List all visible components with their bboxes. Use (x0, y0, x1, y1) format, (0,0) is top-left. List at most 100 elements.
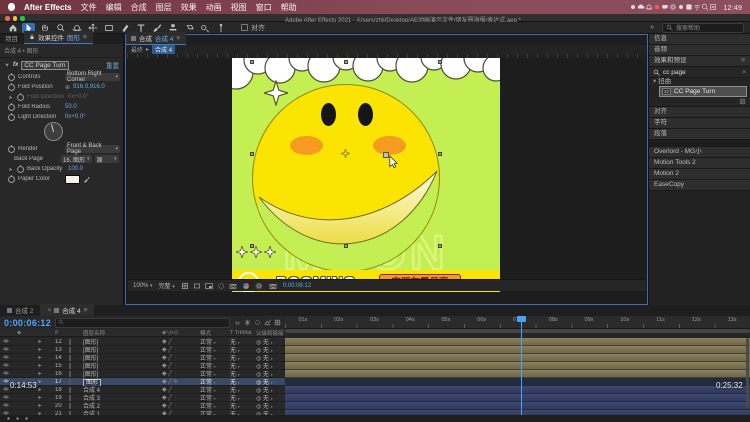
maximize-window-button[interactable] (20, 16, 25, 21)
layer-duration-bar[interactable] (285, 338, 750, 346)
dock-panel-段落[interactable]: 段落 (649, 129, 750, 140)
menubar-menu[interactable]: 合成 (131, 3, 147, 12)
layer-visibility-toggle[interactable] (0, 402, 17, 409)
pip-icon[interactable] (205, 282, 213, 290)
mag-icon[interactable] (701, 3, 709, 11)
tab-effect-controls[interactable]: 效果控件 图形 ≡ (24, 31, 93, 44)
layer-twirl[interactable]: ▸ (35, 402, 45, 409)
chat-icon[interactable] (661, 3, 669, 11)
clear-search-icon[interactable]: × (742, 69, 746, 76)
layer-visibility-toggle[interactable] (0, 338, 17, 345)
selection-handle[interactable] (438, 244, 442, 248)
layer-switches[interactable]: ◆ ╱ (162, 354, 200, 361)
layer-duration-bar[interactable] (285, 386, 750, 394)
twirl-down-icon[interactable]: ▾ (4, 61, 10, 69)
dot-icon[interactable] (6, 416, 11, 421)
wifi-icon[interactable] (693, 3, 701, 11)
effect-header[interactable]: ▾ fx CC Page Turn 重置 (0, 58, 123, 72)
eyedropper-icon[interactable] (83, 175, 91, 183)
layer-switches[interactable]: ◆ ╱ (162, 370, 200, 377)
column-layer-name[interactable]: 图层名称 (83, 329, 162, 337)
breadcrumb-current[interactable]: 合成 4 (152, 45, 175, 54)
effect-name[interactable]: CC Page Turn (21, 61, 68, 70)
tool-stamp[interactable] (166, 23, 179, 33)
back-opacity-value[interactable]: 100.0 (68, 166, 83, 172)
timeline-scrollbar[interactable] (746, 338, 749, 408)
help-search-box[interactable]: 搜索帮助 (662, 23, 744, 33)
layer-switches[interactable]: ◆ ╱ fx (162, 378, 200, 385)
twirl-right-icon[interactable]: ▸ (8, 94, 14, 101)
panel-menu-icon[interactable]: ≡ (741, 56, 745, 66)
tool-type[interactable] (134, 23, 147, 33)
effect-result-item[interactable]: 32CC Page Turn (659, 86, 747, 97)
selection-handle[interactable] (438, 60, 442, 64)
dot-icon[interactable] (629, 3, 637, 11)
menubar-menu[interactable]: 图层 (156, 3, 172, 12)
camera-icon[interactable] (229, 282, 237, 290)
grid-icon[interactable] (274, 319, 281, 326)
dock-panel-对齐[interactable]: 对齐 (649, 107, 750, 118)
selection-handle[interactable] (344, 244, 348, 248)
menubar-menu[interactable]: 编辑 (106, 3, 122, 12)
cloud-icon[interactable] (637, 3, 645, 11)
menubar-menu[interactable]: 窗口 (256, 3, 272, 12)
stopwatch-icon[interactable] (8, 176, 15, 183)
graph-icon[interactable] (264, 319, 271, 326)
cti-handle[interactable] (517, 316, 526, 322)
panel-menu-icon[interactable]: ≡ (83, 34, 87, 41)
light-direction-dial[interactable] (44, 122, 63, 141)
zoom-level-dropdown[interactable]: 100% ▾ (133, 283, 153, 289)
fold-position-value[interactable]: 916.0,916.0 (73, 84, 105, 90)
column-parent[interactable]: 父级和链接 (256, 329, 288, 337)
layer-switches[interactable]: ◆ ╱ (162, 394, 200, 401)
timeline-tab-comp2[interactable]: 合成 2 (0, 304, 40, 316)
layer-visibility-toggle[interactable] (0, 354, 17, 361)
layer-duration-bar[interactable] (285, 354, 750, 362)
layer-duration-bar[interactable] (285, 394, 750, 402)
composition-viewer[interactable]: MOON (127, 54, 646, 292)
dock-panel-效果和预设[interactable]: 效果和预设≡ (649, 56, 750, 67)
tool-roto[interactable] (198, 23, 211, 33)
layer-visibility-toggle[interactable] (0, 370, 17, 377)
current-timecode[interactable]: 0:00:06:12 (4, 318, 51, 328)
rec-icon[interactable] (653, 3, 661, 11)
tool-maskrect[interactable] (102, 23, 115, 33)
layer-duration-bar[interactable] (285, 378, 750, 386)
stopwatch-icon[interactable] (17, 94, 24, 101)
layer-twirl[interactable]: ▸ (35, 338, 45, 345)
channel-icon[interactable] (243, 283, 249, 289)
render-dropdown[interactable]: Front & Back Page▾ (65, 145, 120, 153)
blur-icon[interactable] (217, 282, 225, 290)
dock-panel-EaseCopy[interactable]: EaseCopy (649, 180, 750, 191)
tool-pen[interactable] (118, 23, 131, 33)
column-trkmat[interactable]: T TrkMat (230, 330, 256, 336)
layer-twirl[interactable]: ▸ (35, 346, 45, 353)
layer-visibility-toggle[interactable] (0, 362, 17, 369)
dock-panel-Overlord - MG小[interactable]: Overlord - MG小 (649, 147, 750, 158)
position-crosshair-icon[interactable]: ⊕ (65, 84, 70, 91)
orbit-icon[interactable] (645, 3, 653, 11)
back-page-source-dropdown[interactable]: 源▾ (95, 155, 119, 163)
apple-logo-icon[interactable] (8, 3, 15, 11)
back-page-layer-dropdown[interactable]: 16. 图形▾ (61, 155, 92, 163)
minimize-window-button[interactable] (13, 16, 18, 21)
blur-icon[interactable] (254, 319, 261, 326)
current-time-indicator[interactable] (521, 316, 522, 420)
layer-switches[interactable]: ◆ ╱ (162, 346, 200, 353)
resolution-dropdown[interactable]: 完整 ▾ (159, 281, 175, 290)
layer-switches[interactable]: ◆ ╱ (162, 386, 200, 393)
dock-panel-字符[interactable]: 字符 (649, 118, 750, 129)
menuicon-icon[interactable] (739, 98, 746, 105)
work-area-bar[interactable] (285, 329, 750, 333)
comp-timecode[interactable]: 0:00:06:12 (283, 283, 311, 289)
grid-icon[interactable] (181, 282, 189, 290)
snapshot-icon[interactable] (269, 282, 277, 290)
stopwatch-icon[interactable] (8, 104, 15, 111)
dot-icon[interactable] (15, 416, 20, 421)
tab-composition[interactable]: 合成 合成 4 ≡ (126, 32, 186, 45)
fast-preview-icon[interactable] (255, 282, 263, 290)
stopwatch-icon[interactable] (8, 146, 15, 153)
workspace-overflow-chevron[interactable]: » (650, 24, 654, 31)
layer-switches[interactable]: ◆ ╱ (162, 362, 200, 369)
effects-search-box[interactable]: cc page× (649, 67, 750, 78)
